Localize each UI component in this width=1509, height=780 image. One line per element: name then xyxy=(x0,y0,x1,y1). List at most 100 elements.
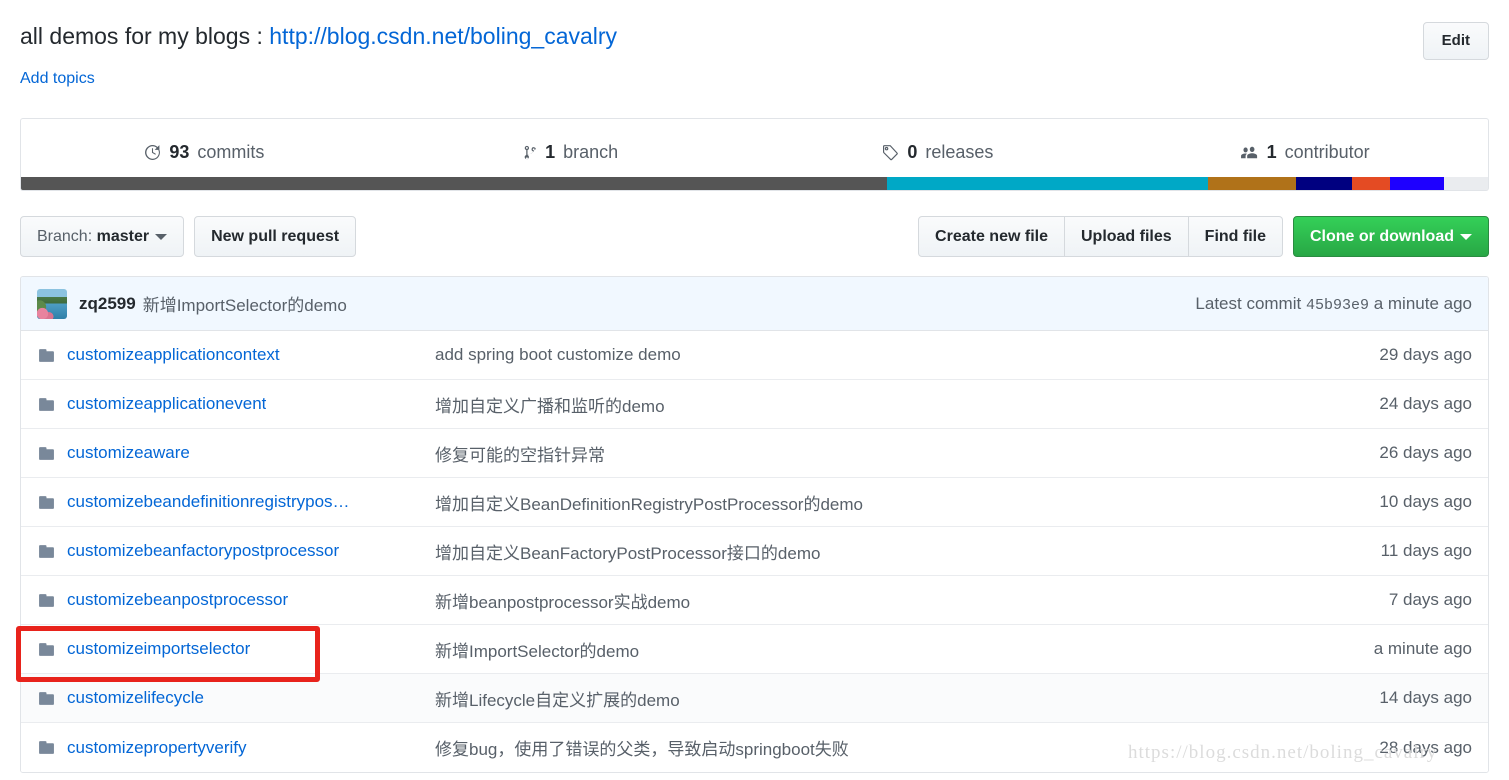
file-name-cell: customizelifecycle xyxy=(37,688,435,708)
repo-toolbar: Branch: master New pull request Create n… xyxy=(20,216,1489,258)
table-row: customizeaware 修复可能的空指针异常26 days ago xyxy=(21,429,1488,478)
file-commit-time: a minute ago xyxy=(1297,639,1472,659)
new-pull-request-button[interactable]: New pull request xyxy=(194,216,356,257)
create-new-file-button[interactable]: Create new file xyxy=(918,216,1065,257)
file-commit-message[interactable]: 增加自定义广播和监听的demo xyxy=(435,392,1297,417)
language-segment-5 xyxy=(1352,177,1390,190)
table-row: customizeimportselector 新增ImportSelector的… xyxy=(21,625,1488,674)
file-commit-message[interactable]: 增加自定义BeanDefinitionRegistryPostProcessor… xyxy=(435,490,1297,515)
file-name-cell: customizepropertyverify xyxy=(37,738,435,758)
table-row: customizelifecycle 新增Lifecycle自定义扩展的demo1… xyxy=(21,674,1488,723)
file-commit-time: 7 days ago xyxy=(1297,590,1472,610)
file-name-cell: customizeaware xyxy=(37,443,435,463)
stat-releases[interactable]: 0 releases xyxy=(755,142,1122,163)
language-bar xyxy=(20,177,1489,191)
table-row: customizeapplicationevent 增加自定义广播和监听的demo… xyxy=(21,380,1488,429)
stat-contributors-label: contributor xyxy=(1285,142,1370,163)
stat-commits[interactable]: 93 commits xyxy=(21,142,388,163)
file-name-link[interactable]: customizeaware xyxy=(67,443,190,463)
file-name-cell: customizebeanpostprocessor xyxy=(37,590,435,610)
branch-prefix-label: Branch: xyxy=(37,228,97,245)
tag-icon xyxy=(882,144,899,161)
latest-commit-info: Latest commit 45b93e9 a minute ago xyxy=(1195,294,1472,314)
folder-icon xyxy=(37,543,56,560)
find-file-button[interactable]: Find file xyxy=(1189,216,1283,257)
file-commit-message[interactable]: 修复可能的空指针异常 xyxy=(435,441,1297,466)
edit-button[interactable]: Edit xyxy=(1423,22,1489,60)
file-name-link[interactable]: customizebeandefinitionregistrypos… xyxy=(67,492,350,512)
latest-commit-prefix: Latest commit xyxy=(1195,294,1301,313)
latest-commit-time: a minute ago xyxy=(1374,294,1472,313)
file-name-link[interactable]: customizebeanpostprocessor xyxy=(67,590,288,610)
stat-branches[interactable]: 1 branch xyxy=(388,142,755,163)
folder-icon xyxy=(37,396,56,413)
commit-message[interactable]: 新增ImportSelector的demo xyxy=(143,291,347,316)
table-row: customizebeanpostprocessor 新增beanpostproc… xyxy=(21,576,1488,625)
file-commit-message[interactable]: 新增beanpostprocessor实战demo xyxy=(435,588,1297,613)
people-icon xyxy=(1240,144,1259,161)
repo-description-link[interactable]: http://blog.csdn.net/boling_cavalry xyxy=(269,23,617,49)
language-segment-3 xyxy=(1208,177,1296,190)
file-name-link[interactable]: customizeapplicationevent xyxy=(67,394,266,414)
folder-icon xyxy=(37,592,56,609)
file-commit-time: 26 days ago xyxy=(1297,443,1472,463)
branch-selector-button[interactable]: Branch: master xyxy=(20,216,184,257)
file-name-cell: customizebeanfactorypostprocessor xyxy=(37,541,435,561)
file-name-cell: customizeapplicationcontext xyxy=(37,345,435,365)
language-segment-1 xyxy=(21,177,887,190)
commit-sha[interactable]: 45b93e9 xyxy=(1306,297,1369,314)
folder-icon xyxy=(37,494,56,511)
file-name-link[interactable]: customizelifecycle xyxy=(67,688,204,708)
folder-icon xyxy=(37,347,56,364)
repo-description: all demos for my blogs : http://blog.csd… xyxy=(20,22,617,50)
repo-stats-bar: 93 commits 1 branch 0 releases xyxy=(20,118,1489,186)
commit-author[interactable]: zq2599 xyxy=(79,294,136,314)
chevron-down-icon xyxy=(1460,234,1472,240)
file-commit-time: 11 days ago xyxy=(1297,541,1472,561)
language-segment-2 xyxy=(887,177,1208,190)
file-commit-message[interactable]: 新增ImportSelector的demo xyxy=(435,637,1297,662)
file-commit-message[interactable]: 新增Lifecycle自定义扩展的demo xyxy=(435,686,1297,711)
file-commit-time: 14 days ago xyxy=(1297,688,1472,708)
stat-commits-count: 93 xyxy=(169,142,189,163)
file-commit-time: 28 days ago xyxy=(1297,738,1472,758)
github-repo-page: all demos for my blogs : http://blog.csd… xyxy=(0,0,1509,780)
file-name-cell: customizeapplicationevent xyxy=(37,394,435,414)
file-commit-message[interactable]: 增加自定义BeanFactoryPostProcessor接口的demo xyxy=(435,539,1297,564)
language-segment-7 xyxy=(1444,177,1488,190)
file-commit-message[interactable]: 修复bug，使用了错误的父类，导致启动springboot失败 xyxy=(435,735,1297,760)
git-branch-icon xyxy=(524,144,537,161)
chevron-down-icon xyxy=(155,234,167,240)
stat-contributors[interactable]: 1 contributor xyxy=(1121,142,1488,163)
upload-files-button[interactable]: Upload files xyxy=(1065,216,1189,257)
clone-or-download-button[interactable]: Clone or download xyxy=(1293,216,1489,257)
file-listing: zq2599 新增ImportSelector的demo Latest comm… xyxy=(20,276,1489,773)
stat-branches-count: 1 xyxy=(545,142,555,163)
avatar[interactable] xyxy=(37,289,67,319)
folder-icon xyxy=(37,641,56,658)
stat-releases-label: releases xyxy=(925,142,993,163)
language-segment-6 xyxy=(1390,177,1444,190)
file-commit-time: 10 days ago xyxy=(1297,492,1472,512)
table-row: customizeapplicationcontext add spring bo… xyxy=(21,331,1488,380)
file-name-link[interactable]: customizeapplicationcontext xyxy=(67,345,280,365)
file-name-cell: customizeimportselector xyxy=(37,639,435,659)
file-name-link[interactable]: customizeimportselector xyxy=(67,639,250,659)
table-row: customizebeandefinitionregistrypos… 增加自定义… xyxy=(21,478,1488,527)
file-commit-time: 29 days ago xyxy=(1297,345,1472,365)
latest-commit-bar: zq2599 新增ImportSelector的demo Latest comm… xyxy=(21,277,1488,331)
stat-contributors-count: 1 xyxy=(1267,142,1277,163)
toolbar-left-group: Branch: master New pull request xyxy=(20,216,356,257)
file-commit-message[interactable]: add spring boot customize demo xyxy=(435,345,1297,365)
file-rows: customizeapplicationcontext add spring bo… xyxy=(21,331,1488,772)
file-name-link[interactable]: customizepropertyverify xyxy=(67,738,247,758)
add-topics-link[interactable]: Add topics xyxy=(20,70,95,88)
clone-or-download-label: Clone or download xyxy=(1310,228,1454,245)
table-row: customizepropertyverify 修复bug，使用了错误的父类，导致… xyxy=(21,723,1488,772)
file-name-cell: customizebeandefinitionregistrypos… xyxy=(37,492,435,512)
stat-branches-label: branch xyxy=(563,142,618,163)
file-name-link[interactable]: customizebeanfactorypostprocessor xyxy=(67,541,339,561)
folder-icon xyxy=(37,445,56,462)
folder-icon xyxy=(37,690,56,707)
stat-releases-count: 0 xyxy=(907,142,917,163)
